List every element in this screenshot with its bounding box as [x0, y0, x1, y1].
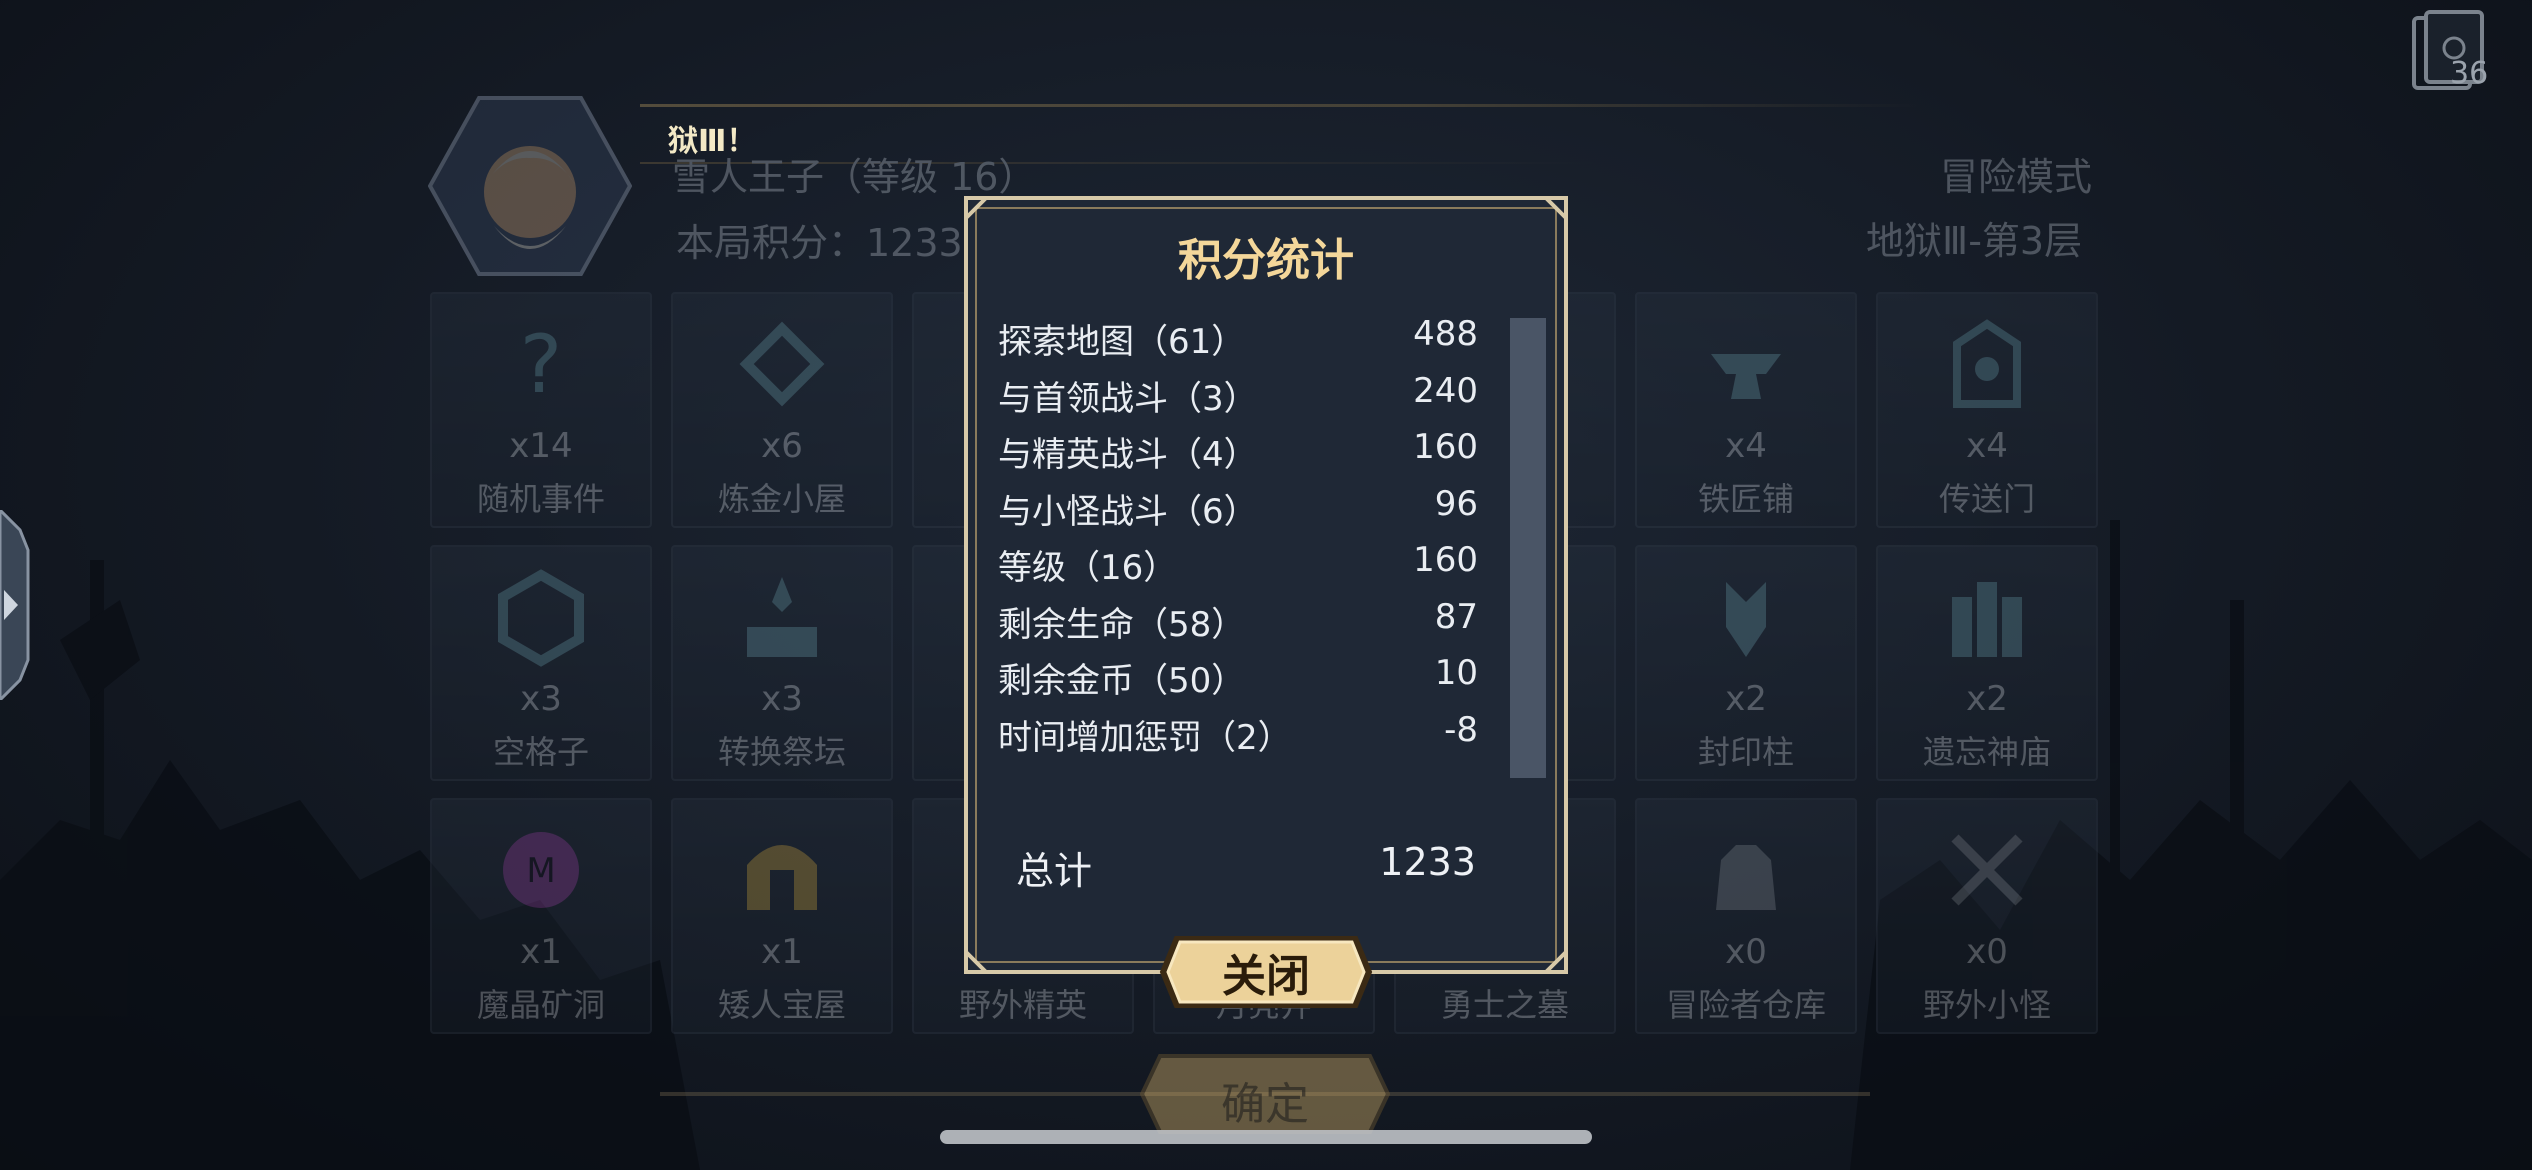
- dialog-title: 积分统计: [1178, 235, 1354, 286]
- anvil-icon: [1711, 354, 1781, 399]
- crossed-swords-icon: [1951, 834, 2023, 906]
- location-count: x6: [761, 426, 803, 466]
- score-row-value: 160: [1413, 427, 1478, 467]
- location-cell: x3 转换祭坛: [671, 545, 893, 781]
- hero-portrait: [428, 96, 632, 276]
- location-count: x0: [1966, 932, 2008, 972]
- score-stats-dialog: 积分统计 探索地图（61） 488 与首领战斗（3） 240 与精英战斗（4） 160…: [962, 194, 1570, 1008]
- location-cell: x3 空格子: [430, 545, 652, 781]
- score-row-name: 探索地图（61）: [998, 322, 1246, 362]
- close-button-label: 关闭: [1222, 951, 1310, 1002]
- seal-pillar-icon: [1726, 582, 1766, 657]
- score-row-value: 240: [1413, 370, 1478, 411]
- location-label: 野外精英: [958, 986, 1087, 1024]
- scrollbar-thumb[interactable]: [1510, 318, 1546, 778]
- total-label: 总计: [1016, 849, 1093, 893]
- score-row-name: 与小怪战斗（6）: [998, 491, 1258, 532]
- floor-info: 地狱Ⅲ-第3层: [1866, 219, 2083, 263]
- location-label: 魔晶矿洞: [476, 986, 605, 1024]
- score-row: 剩余金币（50） 10: [998, 653, 1478, 710]
- header-divider: [640, 104, 1920, 107]
- round-score: 本局积分：1233: [676, 221, 963, 265]
- location-count: x2: [1966, 679, 2008, 719]
- location-label: 传送门: [1938, 480, 2035, 518]
- dwarf-helmet-icon: [747, 845, 817, 910]
- portal-icon: [1953, 319, 2021, 408]
- score-row-name: 剩余金币（50）: [998, 661, 1246, 701]
- question-icon: ?: [520, 318, 562, 411]
- score-row: 与小怪战斗（6） 96: [998, 484, 1478, 541]
- score-row-value: 87: [1434, 596, 1478, 637]
- score-row-name: 时间增加惩罚（2）: [998, 717, 1292, 758]
- location-label: 随机事件: [476, 480, 605, 518]
- score-row-value: 10: [1434, 653, 1478, 693]
- location-count: x3: [520, 679, 562, 719]
- location-cell: x0 野外小怪: [1876, 798, 2098, 1034]
- game-mode: 冒险模式: [1940, 155, 2093, 199]
- score-row: 时间增加惩罚（2） -8: [998, 710, 1478, 767]
- temple-icon: [1952, 582, 2022, 657]
- location-cell: x4 传送门: [1876, 292, 2098, 528]
- location-cell: x1 矮人宝屋: [671, 798, 893, 1034]
- score-row-value: -8: [1444, 709, 1478, 750]
- score-row-name: 等级（16）: [998, 548, 1178, 588]
- location-label: 空格子: [492, 733, 589, 771]
- warehouse-icon: [1716, 845, 1776, 910]
- score-row-name: 与首领战斗（3）: [998, 378, 1258, 419]
- location-count: x4: [1966, 426, 2008, 466]
- svg-text:?: ?: [520, 318, 562, 411]
- location-label: 冒险者仓库: [1665, 986, 1826, 1024]
- location-cell: x2 封印柱: [1635, 545, 1857, 781]
- score-list: 探索地图（61） 488 与首领战斗（3） 240 与精英战斗（4） 160 与小怪战…: [998, 314, 1478, 766]
- score-row-name: 剩余生命（58）: [998, 604, 1246, 645]
- location-cell: Mx1 魔晶矿洞: [430, 798, 652, 1034]
- location-label: 勇士之墓: [1440, 986, 1569, 1024]
- location-cell: x4 铁匠铺: [1635, 292, 1857, 528]
- home-indicator: [940, 1130, 1592, 1144]
- score-row-value: 96: [1434, 483, 1478, 524]
- score-row: 探索地图（61） 488: [998, 314, 1478, 371]
- score-row: 等级（16） 160: [998, 540, 1478, 597]
- location-cell: x0 冒险者仓库: [1635, 798, 1857, 1034]
- score-row-value: 160: [1413, 540, 1478, 580]
- location-cell: ? x14 随机事件: [430, 292, 652, 528]
- score-row-value: 488: [1413, 314, 1478, 354]
- score-row: 与精英战斗（4） 160: [998, 427, 1478, 484]
- score-row: 与首领战斗（3） 240: [998, 371, 1478, 428]
- svg-text:M: M: [526, 851, 555, 891]
- score-row-name: 与精英战斗（4）: [998, 435, 1258, 475]
- location-cell: x2 遗忘神庙: [1876, 545, 2098, 781]
- location-count: x4: [1725, 426, 1767, 466]
- location-count: x1: [520, 932, 562, 972]
- score-row: 剩余生命（58） 87: [998, 597, 1478, 654]
- location-count: x2: [1725, 679, 1767, 719]
- location-count: x3: [761, 679, 803, 719]
- location-label: 炼金小屋: [717, 480, 846, 518]
- location-cell: x6 炼金小屋: [671, 292, 893, 528]
- location-label: 野外小怪: [1922, 986, 2051, 1024]
- confirm-button-label: 确定: [1221, 1079, 1309, 1130]
- location-count: x14: [509, 426, 573, 466]
- crystal-mine-icon: M: [503, 832, 579, 908]
- total-value: 1233: [1379, 840, 1476, 884]
- location-label: 封印柱: [1697, 733, 1794, 771]
- hexagon-icon: [498, 569, 584, 667]
- location-count: x1: [761, 932, 803, 972]
- location-label: 转换祭坛: [717, 733, 846, 771]
- location-count: x0: [1725, 932, 1767, 972]
- location-label: 遗忘神庙: [1922, 733, 2051, 771]
- alchemy-icon: [739, 321, 825, 407]
- top-notice: 狱Ⅲ！: [668, 124, 757, 159]
- total-row: 总计 1233: [1016, 840, 1476, 895]
- altar-icon: [747, 577, 817, 657]
- location-label: 铁匠铺: [1697, 480, 1794, 518]
- location-label: 矮人宝屋: [717, 986, 846, 1024]
